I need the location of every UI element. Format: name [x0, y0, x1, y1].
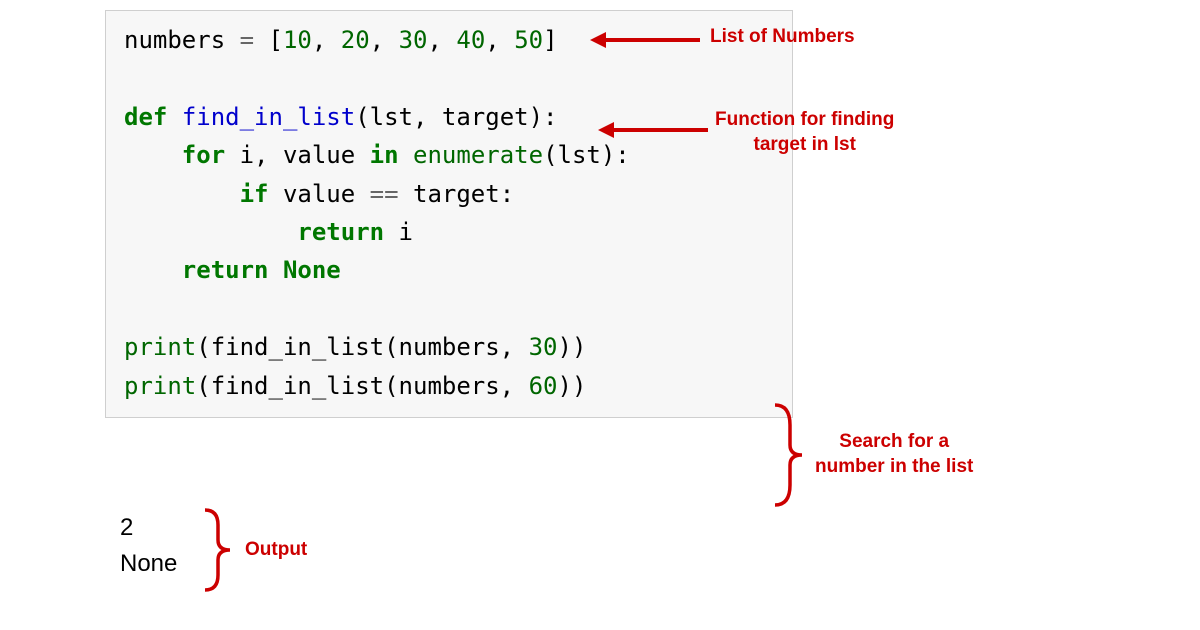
code-line-5: if value == target: [124, 180, 514, 208]
code-line-7: return None [124, 256, 341, 284]
annotation-func: Function for finding target in lst [715, 108, 894, 157]
brace-output-icon [200, 505, 240, 595]
output-line-1: 2 [120, 514, 133, 541]
annotation-search: Search for a number in the list [815, 430, 973, 479]
annotation-output: Output [245, 538, 307, 563]
annotation-list: List of Numbers [710, 25, 855, 50]
code-line-1: numbers = [10, 20, 30, 40, 50] [124, 26, 558, 54]
code-line-6: return i [124, 218, 413, 246]
code-line-9: print(find_in_list(numbers, 30)) [124, 333, 586, 361]
code-line-3: def find_in_list(lst, target): [124, 103, 558, 131]
code-line-4: for i, value in enumerate(lst): [124, 141, 630, 169]
output-block: 2 None [120, 510, 177, 582]
code-block: numbers = [10, 20, 30, 40, 50] def find_… [105, 10, 793, 418]
code-line-10: print(find_in_list(numbers, 60)) [124, 372, 586, 400]
output-line-2: None [120, 550, 177, 577]
